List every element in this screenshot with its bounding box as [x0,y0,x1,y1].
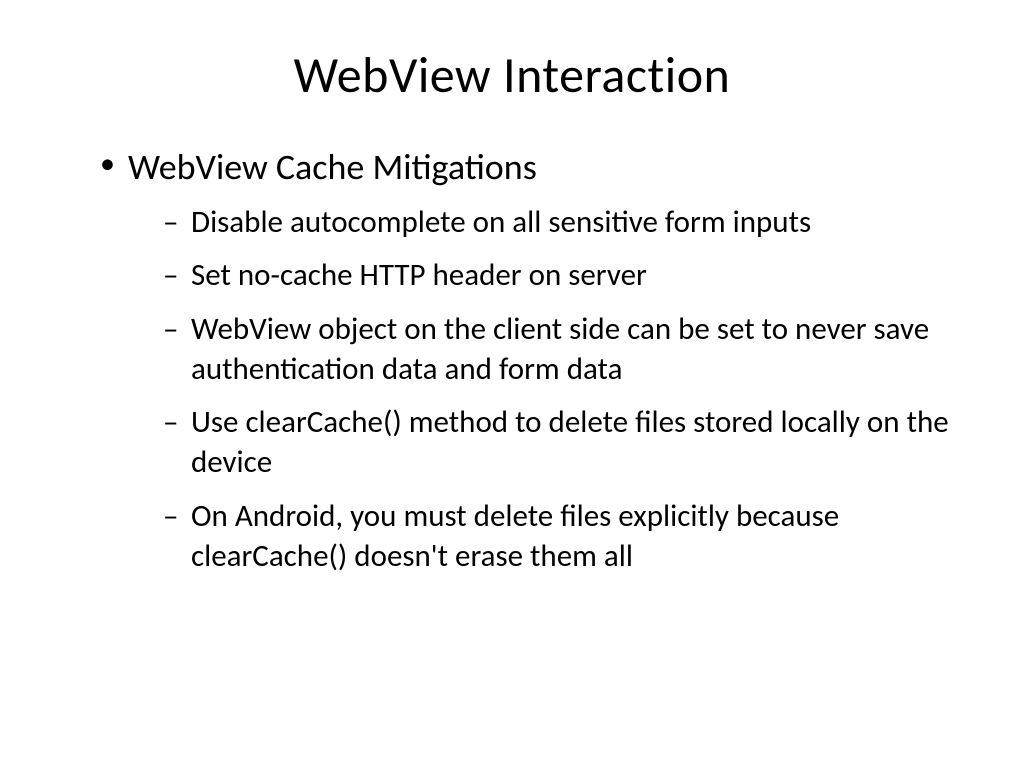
bullet-list-level1: WebView Cache Mitigations Disable autoco… [75,144,949,576]
slide-container: WebView Interaction WebView Cache Mitiga… [0,0,1024,768]
bullet-list-level2: Disable autocomplete on all sensitive fo… [128,203,949,576]
list-item: WebView Cache Mitigations Disable autoco… [100,144,949,576]
list-item: On Android, you must delete files explic… [163,497,949,576]
bullet-text: WebView Cache Mitigations [128,145,537,189]
slide-title: WebView Interaction [75,45,949,106]
list-item: Set no-cache HTTP header on server [163,256,949,296]
list-item: Disable autocomplete on all sensitive fo… [163,203,949,243]
list-item: WebView object on the client side can be… [163,310,949,389]
list-item: Use clearCache() method to delete files … [163,403,949,482]
